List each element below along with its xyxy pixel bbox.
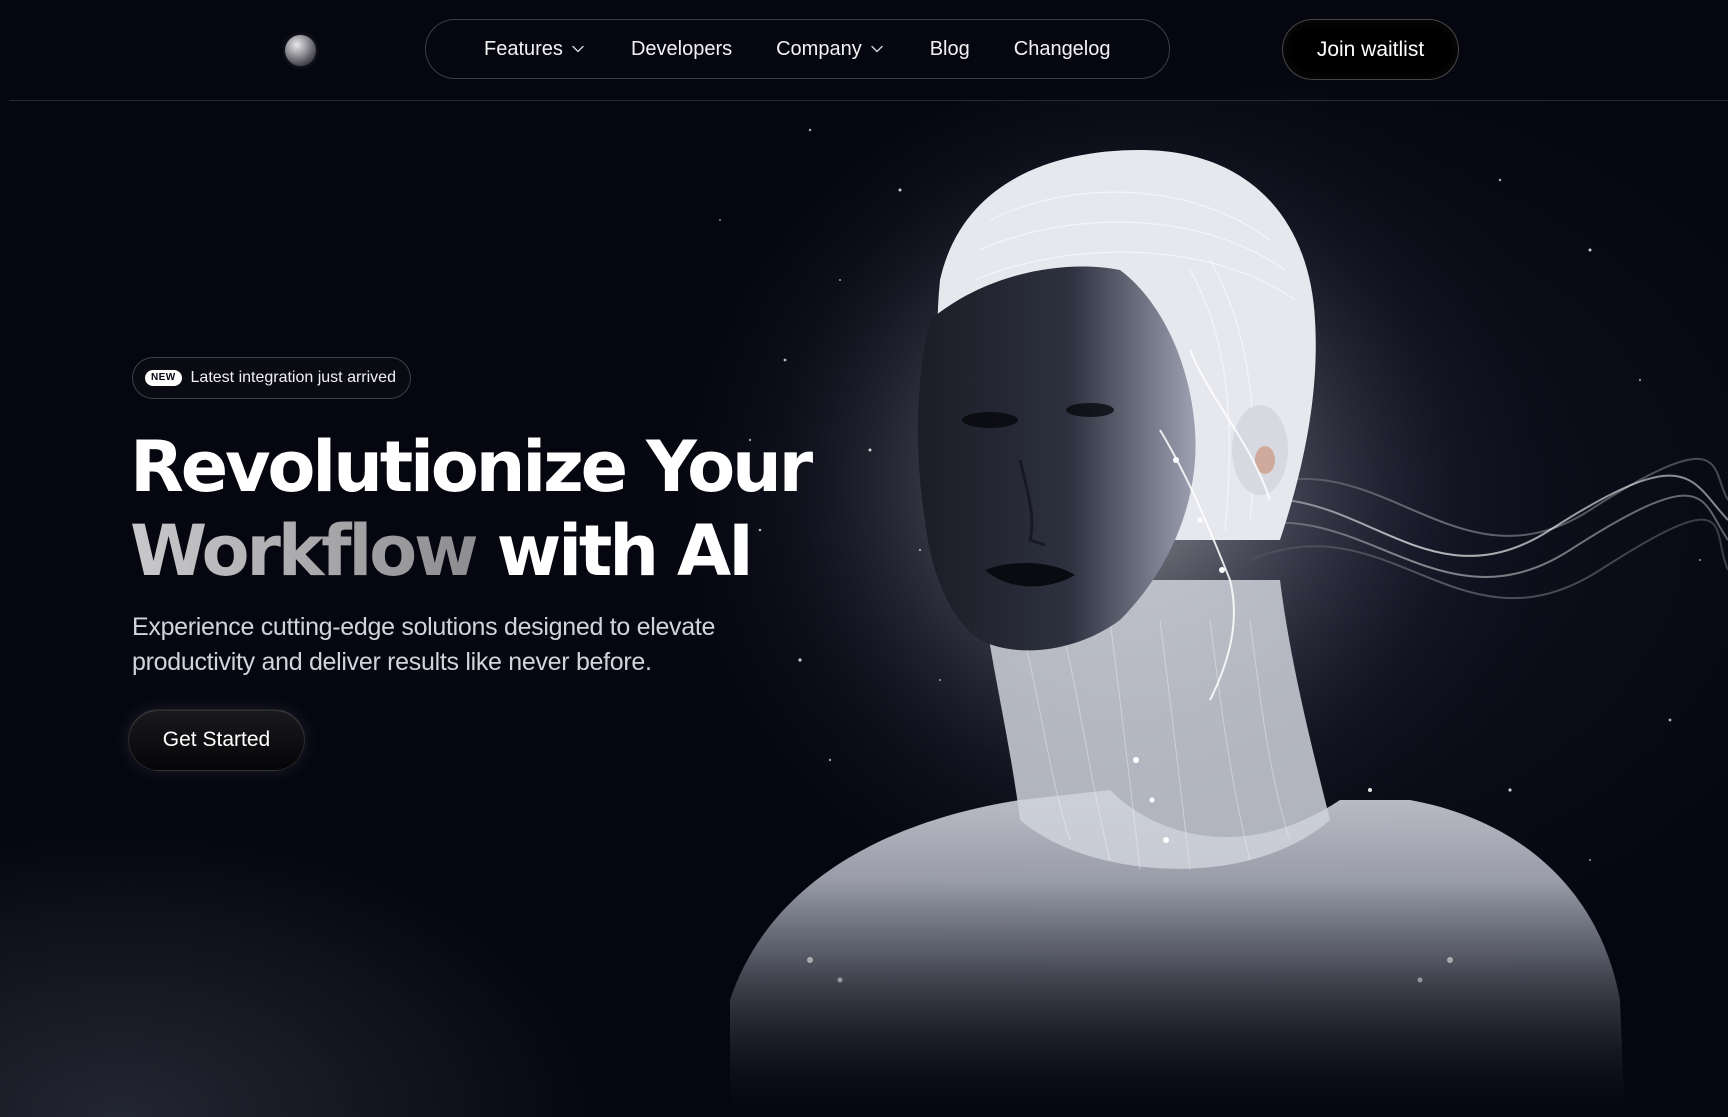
sphere-logo-icon[interactable] [285,35,316,66]
chevron-down-icon [571,42,585,56]
announcement-badge[interactable]: NEW Latest integration just arrived [132,357,411,399]
get-started-button[interactable]: Get Started [128,709,305,771]
landing-page: Features Developers Company Blog Changel… [0,0,1728,1117]
chevron-down-icon [870,42,884,56]
nav-item-label: Company [776,37,862,60]
nav-item-changelog[interactable]: Changelog [1014,38,1111,61]
new-tag: NEW [145,370,182,386]
nav-item-company[interactable]: Company [776,38,884,61]
headline-line-1: Revolutionize Your [130,426,813,508]
nav-item-blog[interactable]: Blog [930,38,970,61]
hero-ai-figure-image [690,100,1728,1117]
nav-item-label: Changelog [1013,37,1111,60]
headline-gradient-word: Workflow [130,510,479,592]
nav-item-label: Blog [929,37,970,60]
nav-item-label: Features [484,37,563,60]
nav-menu: Features Developers Company Blog Changel… [425,19,1170,79]
join-waitlist-button[interactable]: Join waitlist [1282,19,1459,80]
top-navbar: Features Developers Company Blog Changel… [9,0,1728,101]
headline-line-2-rest: with AI [496,510,754,592]
nav-item-developers[interactable]: Developers [631,38,732,61]
nav-item-features[interactable]: Features [484,38,585,61]
nav-item-label: Developers [630,37,733,60]
badge-text: Latest integration just arrived [190,369,396,386]
hero-headline: Revolutionize Your Workflow with AI [130,425,813,593]
hero-subheadline: Experience cutting-edge solutions design… [132,613,716,676]
